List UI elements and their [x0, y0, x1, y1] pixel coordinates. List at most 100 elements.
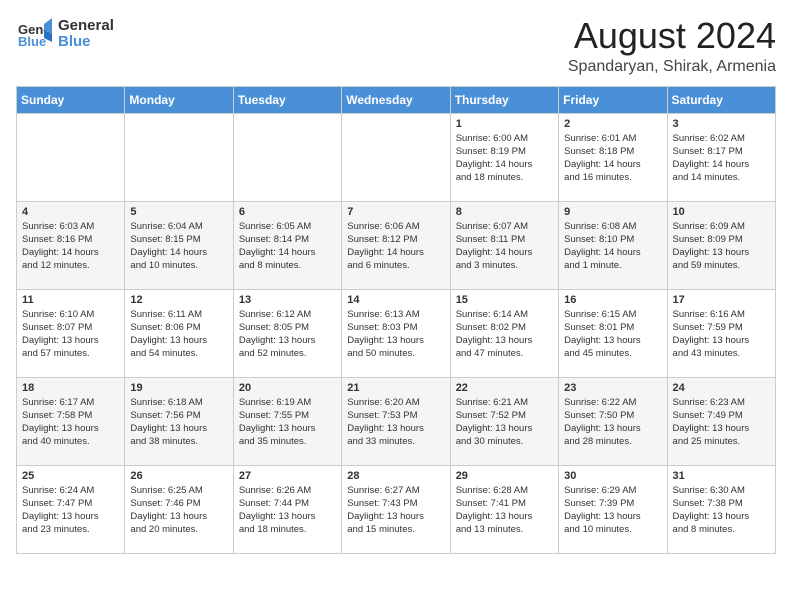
day-info: Sunrise: 6:18 AM Sunset: 7:56 PM Dayligh…: [130, 396, 227, 449]
calendar-cell: 19 Sunrise: 6:18 AM Sunset: 7:56 PM Dayli…: [125, 377, 233, 465]
calendar-cell: 18 Sunrise: 6:17 AM Sunset: 7:58 PM Dayli…: [17, 377, 125, 465]
day-number: 21: [347, 382, 444, 394]
day-info: Sunrise: 6:01 AM Sunset: 8:18 PM Dayligh…: [564, 132, 661, 185]
day-number: 23: [564, 382, 661, 394]
calendar-cell: 13 Sunrise: 6:12 AM Sunset: 8:05 PM Dayli…: [233, 289, 341, 377]
day-number: 7: [347, 206, 444, 218]
day-info: Sunrise: 6:16 AM Sunset: 7:59 PM Dayligh…: [673, 308, 770, 361]
svg-text:Blue: Blue: [18, 34, 46, 49]
calendar-cell: 23 Sunrise: 6:22 AM Sunset: 7:50 PM Dayli…: [559, 377, 667, 465]
calendar-body: 1Sunrise: 6:00 AM Sunset: 8:19 PM Daylig…: [17, 113, 776, 553]
day-info: Sunrise: 6:24 AM Sunset: 7:47 PM Dayligh…: [22, 484, 119, 537]
calendar-cell: 28 Sunrise: 6:27 AM Sunset: 7:43 PM Dayli…: [342, 465, 450, 553]
day-info: Sunrise: 6:28 AM Sunset: 7:41 PM Dayligh…: [456, 484, 553, 537]
calendar-cell: 20 Sunrise: 6:19 AM Sunset: 7:55 PM Dayli…: [233, 377, 341, 465]
logo: General Blue General Blue: [16, 16, 114, 52]
day-info: Sunrise: 6:08 AM Sunset: 8:10 PM Dayligh…: [564, 220, 661, 273]
calendar-cell: [233, 113, 341, 201]
day-info: Sunrise: 6:20 AM Sunset: 7:53 PM Dayligh…: [347, 396, 444, 449]
calendar-cell: 10 Sunrise: 6:09 AM Sunset: 8:09 PM Dayli…: [667, 201, 775, 289]
calendar-header-row: SundayMondayTuesdayWednesdayThursdayFrid…: [17, 86, 776, 113]
day-info: Sunrise: 6:26 AM Sunset: 7:44 PM Dayligh…: [239, 484, 336, 537]
day-number: 24: [673, 382, 770, 394]
day-info: Sunrise: 6:19 AM Sunset: 7:55 PM Dayligh…: [239, 396, 336, 449]
day-number: 3: [673, 118, 770, 130]
calendar-cell: 8 Sunrise: 6:07 AM Sunset: 8:11 PM Daylig…: [450, 201, 558, 289]
day-number: 14: [347, 294, 444, 306]
day-number: 12: [130, 294, 227, 306]
calendar-cell: 25 Sunrise: 6:24 AM Sunset: 7:47 PM Dayli…: [17, 465, 125, 553]
calendar-cell: [342, 113, 450, 201]
day-number: 22: [456, 382, 553, 394]
day-info: Sunrise: 6:06 AM Sunset: 8:12 PM Dayligh…: [347, 220, 444, 273]
day-info: Sunrise: 6:09 AM Sunset: 8:09 PM Dayligh…: [673, 220, 770, 273]
calendar-week-4: 25 Sunrise: 6:24 AM Sunset: 7:47 PM Dayli…: [17, 465, 776, 553]
calendar-week-1: 4Sunrise: 6:03 AM Sunset: 8:16 PM Daylig…: [17, 201, 776, 289]
day-number: 17: [673, 294, 770, 306]
day-number: 31: [673, 470, 770, 482]
calendar-week-2: 11 Sunrise: 6:10 AM Sunset: 8:07 PM Dayli…: [17, 289, 776, 377]
day-number: 28: [347, 470, 444, 482]
day-number: 18: [22, 382, 119, 394]
calendar-cell: 1Sunrise: 6:00 AM Sunset: 8:19 PM Daylig…: [450, 113, 558, 201]
day-info: Sunrise: 6:00 AM Sunset: 8:19 PM Dayligh…: [456, 132, 553, 185]
day-number: 8: [456, 206, 553, 218]
logo-general: General: [58, 18, 114, 35]
day-info: Sunrise: 6:21 AM Sunset: 7:52 PM Dayligh…: [456, 396, 553, 449]
day-header-sunday: Sunday: [17, 86, 125, 113]
calendar-cell: 5Sunrise: 6:04 AM Sunset: 8:15 PM Daylig…: [125, 201, 233, 289]
calendar-cell: 16 Sunrise: 6:15 AM Sunset: 8:01 PM Dayli…: [559, 289, 667, 377]
day-info: Sunrise: 6:12 AM Sunset: 8:05 PM Dayligh…: [239, 308, 336, 361]
calendar-week-3: 18 Sunrise: 6:17 AM Sunset: 7:58 PM Dayli…: [17, 377, 776, 465]
day-header-tuesday: Tuesday: [233, 86, 341, 113]
day-info: Sunrise: 6:13 AM Sunset: 8:03 PM Dayligh…: [347, 308, 444, 361]
day-info: Sunrise: 6:15 AM Sunset: 8:01 PM Dayligh…: [564, 308, 661, 361]
day-info: Sunrise: 6:22 AM Sunset: 7:50 PM Dayligh…: [564, 396, 661, 449]
day-info: Sunrise: 6:04 AM Sunset: 8:15 PM Dayligh…: [130, 220, 227, 273]
day-info: Sunrise: 6:23 AM Sunset: 7:49 PM Dayligh…: [673, 396, 770, 449]
calendar-cell: 11 Sunrise: 6:10 AM Sunset: 8:07 PM Dayli…: [17, 289, 125, 377]
day-info: Sunrise: 6:05 AM Sunset: 8:14 PM Dayligh…: [239, 220, 336, 273]
day-info: Sunrise: 6:14 AM Sunset: 8:02 PM Dayligh…: [456, 308, 553, 361]
logo-blue: Blue: [58, 34, 114, 51]
month-year: August 2024: [568, 16, 776, 56]
day-number: 10: [673, 206, 770, 218]
calendar-cell: 6Sunrise: 6:05 AM Sunset: 8:14 PM Daylig…: [233, 201, 341, 289]
day-header-saturday: Saturday: [667, 86, 775, 113]
calendar-table: SundayMondayTuesdayWednesdayThursdayFrid…: [16, 86, 776, 554]
day-number: 4: [22, 206, 119, 218]
day-info: Sunrise: 6:17 AM Sunset: 7:58 PM Dayligh…: [22, 396, 119, 449]
day-info: Sunrise: 6:30 AM Sunset: 7:38 PM Dayligh…: [673, 484, 770, 537]
day-number: 29: [456, 470, 553, 482]
day-number: 19: [130, 382, 227, 394]
day-info: Sunrise: 6:10 AM Sunset: 8:07 PM Dayligh…: [22, 308, 119, 361]
day-info: Sunrise: 6:07 AM Sunset: 8:11 PM Dayligh…: [456, 220, 553, 273]
day-info: Sunrise: 6:02 AM Sunset: 8:17 PM Dayligh…: [673, 132, 770, 185]
location: Spandaryan, Shirak, Armenia: [568, 58, 776, 76]
day-header-thursday: Thursday: [450, 86, 558, 113]
calendar-cell: 30Sunrise: 6:29 AM Sunset: 7:39 PM Dayli…: [559, 465, 667, 553]
calendar-cell: 22 Sunrise: 6:21 AM Sunset: 7:52 PM Dayli…: [450, 377, 558, 465]
day-number: 16: [564, 294, 661, 306]
day-number: 13: [239, 294, 336, 306]
logo-icon: General Blue: [16, 16, 52, 52]
day-number: 9: [564, 206, 661, 218]
calendar-cell: 31 Sunrise: 6:30 AM Sunset: 7:38 PM Dayli…: [667, 465, 775, 553]
calendar-cell: 3 Sunrise: 6:02 AM Sunset: 8:17 PM Daylig…: [667, 113, 775, 201]
calendar-cell: 26Sunrise: 6:25 AM Sunset: 7:46 PM Dayli…: [125, 465, 233, 553]
day-number: 25: [22, 470, 119, 482]
calendar-cell: 9 Sunrise: 6:08 AM Sunset: 8:10 PM Daylig…: [559, 201, 667, 289]
day-number: 20: [239, 382, 336, 394]
calendar-cell: 21 Sunrise: 6:20 AM Sunset: 7:53 PM Dayli…: [342, 377, 450, 465]
calendar-cell: 2Sunrise: 6:01 AM Sunset: 8:18 PM Daylig…: [559, 113, 667, 201]
title-area: August 2024 Spandaryan, Shirak, Armenia: [568, 16, 776, 76]
calendar-cell: 14 Sunrise: 6:13 AM Sunset: 8:03 PM Dayli…: [342, 289, 450, 377]
calendar-cell: 17 Sunrise: 6:16 AM Sunset: 7:59 PM Dayli…: [667, 289, 775, 377]
calendar-cell: 7 Sunrise: 6:06 AM Sunset: 8:12 PM Daylig…: [342, 201, 450, 289]
day-info: Sunrise: 6:27 AM Sunset: 7:43 PM Dayligh…: [347, 484, 444, 537]
day-number: 11: [22, 294, 119, 306]
header: General Blue General Blue August 2024 Sp…: [16, 16, 776, 76]
day-header-friday: Friday: [559, 86, 667, 113]
calendar-cell: 27Sunrise: 6:26 AM Sunset: 7:44 PM Dayli…: [233, 465, 341, 553]
calendar-cell: 12Sunrise: 6:11 AM Sunset: 8:06 PM Dayli…: [125, 289, 233, 377]
